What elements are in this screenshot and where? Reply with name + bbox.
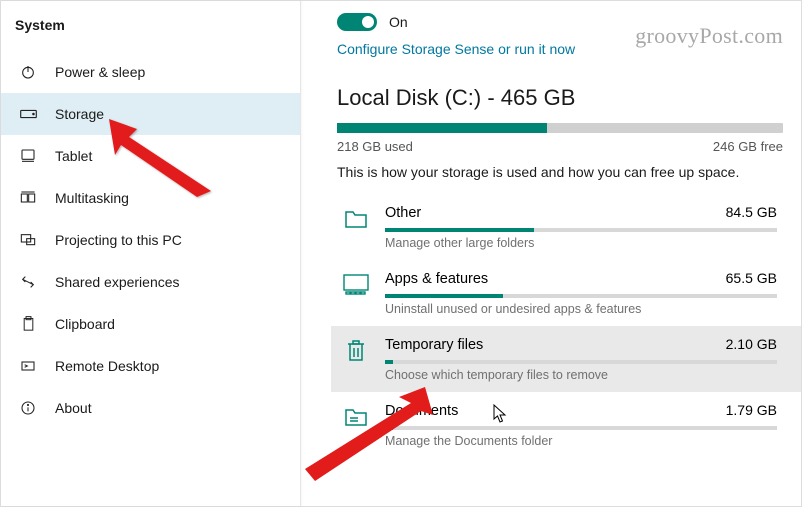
category-size: 65.5 GB xyxy=(726,270,777,286)
category-size: 2.10 GB xyxy=(726,336,777,352)
project-icon xyxy=(19,231,37,249)
category-size: 84.5 GB xyxy=(726,204,777,220)
category-bar xyxy=(385,426,777,430)
main-panel: On Configure Storage Sense or run it now… xyxy=(301,1,801,506)
sidebar-item-tablet[interactable]: Tablet xyxy=(1,135,300,177)
category-bar xyxy=(385,228,777,232)
remote-icon xyxy=(19,357,37,375)
documents-icon xyxy=(343,404,369,430)
category-subtext: Manage the Documents folder xyxy=(385,434,777,448)
disk-free-label: 246 GB free xyxy=(713,139,783,154)
multitask-icon xyxy=(19,189,37,207)
category-subtext: Choose which temporary files to remove xyxy=(385,368,777,382)
sidebar-item-label: Projecting to this PC xyxy=(55,232,182,248)
sidebar-item-power-sleep[interactable]: Power & sleep xyxy=(1,51,300,93)
disk-title: Local Disk (C:) - 465 GB xyxy=(337,85,783,111)
watermark: groovyPost.com xyxy=(635,23,783,49)
info-icon xyxy=(19,399,37,417)
sidebar-item-multitasking[interactable]: Multitasking xyxy=(1,177,300,219)
category-title: Other xyxy=(385,205,421,221)
category-documents[interactable]: Documents 1.79 GB Manage the Documents f… xyxy=(337,392,783,458)
category-other[interactable]: Other 84.5 GB Manage other large folders xyxy=(337,194,783,260)
trash-icon xyxy=(343,338,369,364)
sidebar-item-label: Power & sleep xyxy=(55,64,145,80)
sidebar-title: System xyxy=(1,9,300,51)
sidebar-item-remote-desktop[interactable]: Remote Desktop xyxy=(1,345,300,387)
sidebar-item-label: Remote Desktop xyxy=(55,358,159,374)
folder-icon xyxy=(343,206,369,232)
disk-usage-bar xyxy=(337,123,783,133)
sidebar-item-clipboard[interactable]: Clipboard xyxy=(1,303,300,345)
disk-usage-fill xyxy=(337,123,547,133)
link-icon xyxy=(19,273,37,291)
sidebar-item-projecting[interactable]: Projecting to this PC xyxy=(1,219,300,261)
storage-description: This is how your storage is used and how… xyxy=(337,164,783,180)
sidebar-item-label: About xyxy=(55,400,92,416)
category-bar xyxy=(385,360,777,364)
sidebar-item-label: Storage xyxy=(55,106,104,122)
sidebar-item-storage[interactable]: Storage xyxy=(1,93,300,135)
category-temporary-files[interactable]: Temporary files 2.10 GB Choose which tem… xyxy=(331,326,801,392)
category-subtext: Manage other large folders xyxy=(385,236,777,250)
category-apps-features[interactable]: Apps & features 65.5 GB Uninstall unused… xyxy=(337,260,783,326)
sidebar: System Power & sleep Storage Tablet Mult… xyxy=(1,1,301,506)
category-subtext: Uninstall unused or undesired apps & fea… xyxy=(385,302,777,316)
tablet-icon xyxy=(19,147,37,165)
category-bar xyxy=(385,294,777,298)
category-title: Apps & features xyxy=(385,271,488,287)
storage-sense-toggle[interactable] xyxy=(337,13,377,31)
drive-icon xyxy=(19,105,37,123)
apps-icon xyxy=(343,272,369,298)
disk-used-label: 218 GB used xyxy=(337,139,413,154)
category-title: Temporary files xyxy=(385,337,483,353)
category-size: 1.79 GB xyxy=(726,402,777,418)
sidebar-item-label: Shared experiences xyxy=(55,274,180,290)
storage-sense-state: On xyxy=(389,14,408,30)
sidebar-item-shared-experiences[interactable]: Shared experiences xyxy=(1,261,300,303)
sidebar-item-label: Multitasking xyxy=(55,190,129,206)
sidebar-item-about[interactable]: About xyxy=(1,387,300,429)
sidebar-item-label: Clipboard xyxy=(55,316,115,332)
power-icon xyxy=(19,63,37,81)
clipboard-icon xyxy=(19,315,37,333)
category-title: Documents xyxy=(385,403,458,419)
sidebar-item-label: Tablet xyxy=(55,148,92,164)
